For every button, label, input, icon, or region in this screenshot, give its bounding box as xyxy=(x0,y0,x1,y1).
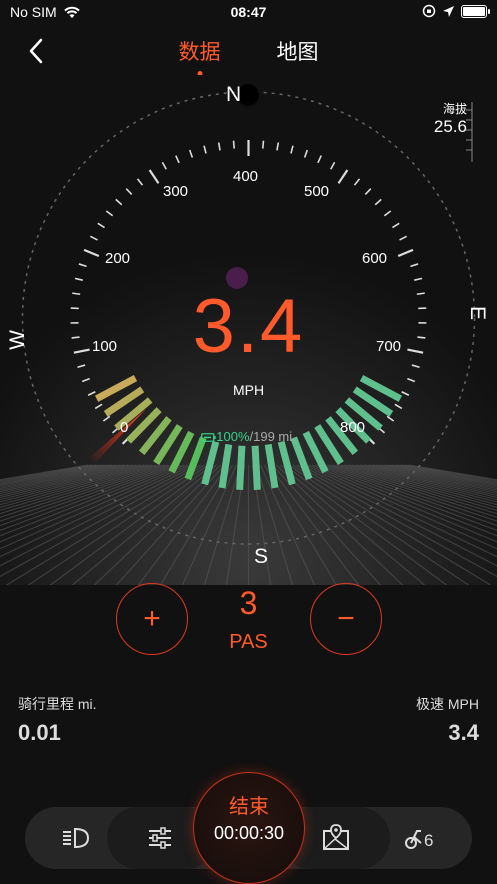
compass-south: S xyxy=(254,545,268,569)
end-ride-button[interactable]: 结束 00:00:30 xyxy=(193,772,305,884)
speed-unit: MPH xyxy=(0,382,497,398)
pas-label: PAS xyxy=(0,631,497,654)
pas-level: 3 xyxy=(0,585,497,622)
map-location-icon[interactable] xyxy=(321,823,351,853)
gauge-tick xyxy=(234,141,235,149)
tick-label-400: 400 xyxy=(233,168,258,185)
altitude-scale xyxy=(462,102,482,162)
battery-range: /199 mi. xyxy=(250,429,296,444)
settings-sliders-icon[interactable] xyxy=(145,823,175,853)
top-nav: 数据 地图 xyxy=(0,28,497,78)
tick-label-200: 200 xyxy=(105,250,130,267)
tab-bar: 数据 地图 xyxy=(0,36,497,66)
tick-label-600: 600 xyxy=(362,250,387,267)
ride-stats: 骑行里程 mi. 0.01 极速 MPH 3.4 xyxy=(0,694,497,754)
battery-bar xyxy=(255,446,257,490)
distance-label: 骑行里程 mi. xyxy=(18,694,97,714)
pas-controls: + 3 PAS − xyxy=(0,583,497,658)
compass-north: N xyxy=(226,83,241,107)
orientation-lock-icon xyxy=(422,4,436,18)
pas-decrease-button[interactable]: − xyxy=(310,583,382,655)
end-label: 结束 xyxy=(194,790,304,819)
battery-icon xyxy=(461,5,487,18)
battery-status: 100%/199 mi. xyxy=(0,429,497,444)
status-right xyxy=(422,4,487,18)
ride-timer: 00:00:30 xyxy=(194,823,304,844)
battery-small-icon xyxy=(201,433,216,442)
headlight-icon[interactable] xyxy=(61,823,91,853)
tick-label-500: 500 xyxy=(304,183,329,200)
gauge-tick xyxy=(263,141,264,149)
tab-map[interactable]: 地图 xyxy=(277,36,319,66)
tick-label-300: 300 xyxy=(163,183,188,200)
bike-badge: 6 xyxy=(424,831,433,851)
battery-percent: 100% xyxy=(216,429,249,444)
location-icon xyxy=(442,5,455,18)
status-bar: No SIM 08:47 xyxy=(0,0,497,26)
speed-value: 3.4 xyxy=(0,283,497,370)
tab-data[interactable]: 数据 xyxy=(179,36,221,66)
top-speed-label: 极速 MPH xyxy=(416,694,479,714)
top-speed-value: 3.4 xyxy=(448,720,479,746)
battery-bar xyxy=(240,446,242,490)
bike-icon[interactable] xyxy=(403,823,439,853)
distance-value: 0.01 xyxy=(18,720,61,746)
